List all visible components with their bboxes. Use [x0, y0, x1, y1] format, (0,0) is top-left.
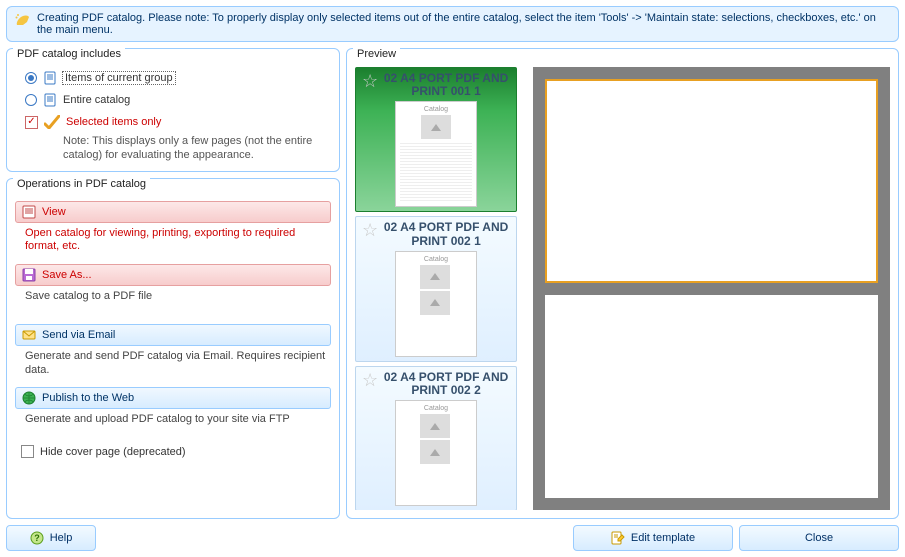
op-save-label: Save As...	[42, 269, 92, 281]
includes-note: Note: This displays only a few pages (no…	[15, 133, 331, 163]
operations-group: Operations in PDF catalog View Open cata…	[6, 178, 340, 520]
template-title: 02 A4 PORT PDF AND PRINT 001 1	[382, 72, 510, 98]
globe-icon	[22, 391, 36, 405]
radio-label-current: Items of current group	[63, 72, 175, 84]
info-banner-text: Creating PDF catalog. Please note: To pr…	[37, 12, 890, 36]
email-icon	[22, 328, 36, 342]
save-icon	[22, 268, 36, 282]
svg-text:?: ?	[34, 533, 40, 543]
op-publish-desc: Generate and upload PDF catalog to your …	[15, 409, 331, 433]
includes-group: PDF catalog includes Items of current gr…	[6, 48, 340, 172]
op-publish-web[interactable]: Publish to the Web	[15, 387, 331, 409]
page-icon	[43, 93, 57, 107]
preview-pane[interactable]	[533, 67, 890, 510]
preview-page[interactable]	[545, 295, 878, 499]
template-doc-preview: Catalog	[395, 251, 477, 357]
help-button[interactable]: ? Help	[6, 525, 96, 551]
edit-template-button[interactable]: Edit template	[573, 525, 733, 551]
check-label-selected: Selected items only	[66, 116, 161, 128]
op-view-label: View	[42, 206, 66, 218]
op-save-desc: Save catalog to a PDF file	[15, 286, 331, 310]
page-icon	[43, 71, 57, 85]
checkbox-icon	[21, 445, 34, 458]
bottom-toolbar: ? Help Edit template Close	[6, 525, 899, 551]
close-button[interactable]: Close	[739, 525, 899, 551]
help-icon: ?	[30, 531, 44, 545]
radio-icon	[25, 94, 37, 106]
check-selected-items-only[interactable]: ✓ Selected items only	[15, 111, 331, 133]
template-thumb[interactable]: ☆02 A4 PORT PDF AND PRINT 001 1 Catalog	[355, 67, 517, 212]
op-publish-label: Publish to the Web	[42, 392, 134, 404]
star-icon[interactable]: ☆	[362, 72, 378, 90]
view-icon	[22, 205, 36, 219]
pencil-check-icon	[44, 115, 60, 129]
template-title: 02 A4 PORT PDF AND PRINT 002 1	[382, 221, 510, 247]
includes-title: PDF catalog includes	[13, 48, 125, 60]
star-icon[interactable]: ☆	[362, 371, 378, 389]
template-title: 02 A4 PORT PDF AND PRINT 002 2	[382, 371, 510, 397]
preview-title: Preview	[353, 48, 400, 60]
edit-template-label: Edit template	[631, 532, 695, 544]
template-thumb[interactable]: ☆02 A4 PORT PDF AND PRINT 002 1 Catalog	[355, 216, 517, 361]
op-send-email[interactable]: Send via Email	[15, 324, 331, 346]
info-banner: Creating PDF catalog. Please note: To pr…	[6, 6, 899, 42]
template-doc-preview: Catalog	[395, 101, 477, 207]
op-view[interactable]: View	[15, 201, 331, 223]
operations-title: Operations in PDF catalog	[13, 178, 150, 190]
op-save-as[interactable]: Save As...	[15, 264, 331, 286]
checkbox-icon: ✓	[25, 116, 38, 129]
template-list[interactable]: ☆02 A4 PORT PDF AND PRINT 001 1Catalog☆0…	[355, 67, 525, 510]
radio-icon	[25, 72, 37, 84]
radio-items-current-group[interactable]: Items of current group	[15, 67, 331, 89]
preview-group: Preview ☆02 A4 PORT PDF AND PRINT 001 1C…	[346, 48, 899, 519]
hide-cover-checkbox[interactable]: Hide cover page (deprecated)	[15, 433, 331, 462]
star-icon[interactable]: ☆	[362, 221, 378, 239]
radio-entire-catalog[interactable]: Entire catalog	[15, 89, 331, 111]
hide-cover-label: Hide cover page (deprecated)	[40, 446, 186, 458]
hint-icon	[15, 12, 31, 28]
template-doc-preview: Catalog	[395, 400, 477, 506]
op-email-label: Send via Email	[42, 329, 115, 341]
preview-page[interactable]	[545, 79, 878, 283]
op-email-desc: Generate and send PDF catalog via Email.…	[15, 346, 331, 384]
edit-template-icon	[611, 531, 625, 545]
radio-label-entire: Entire catalog	[63, 94, 130, 106]
close-label: Close	[805, 532, 833, 544]
template-thumb[interactable]: ☆02 A4 PORT PDF AND PRINT 002 2 Catalog	[355, 366, 517, 510]
help-label: Help	[50, 532, 73, 544]
op-view-desc: Open catalog for viewing, printing, expo…	[15, 223, 331, 261]
